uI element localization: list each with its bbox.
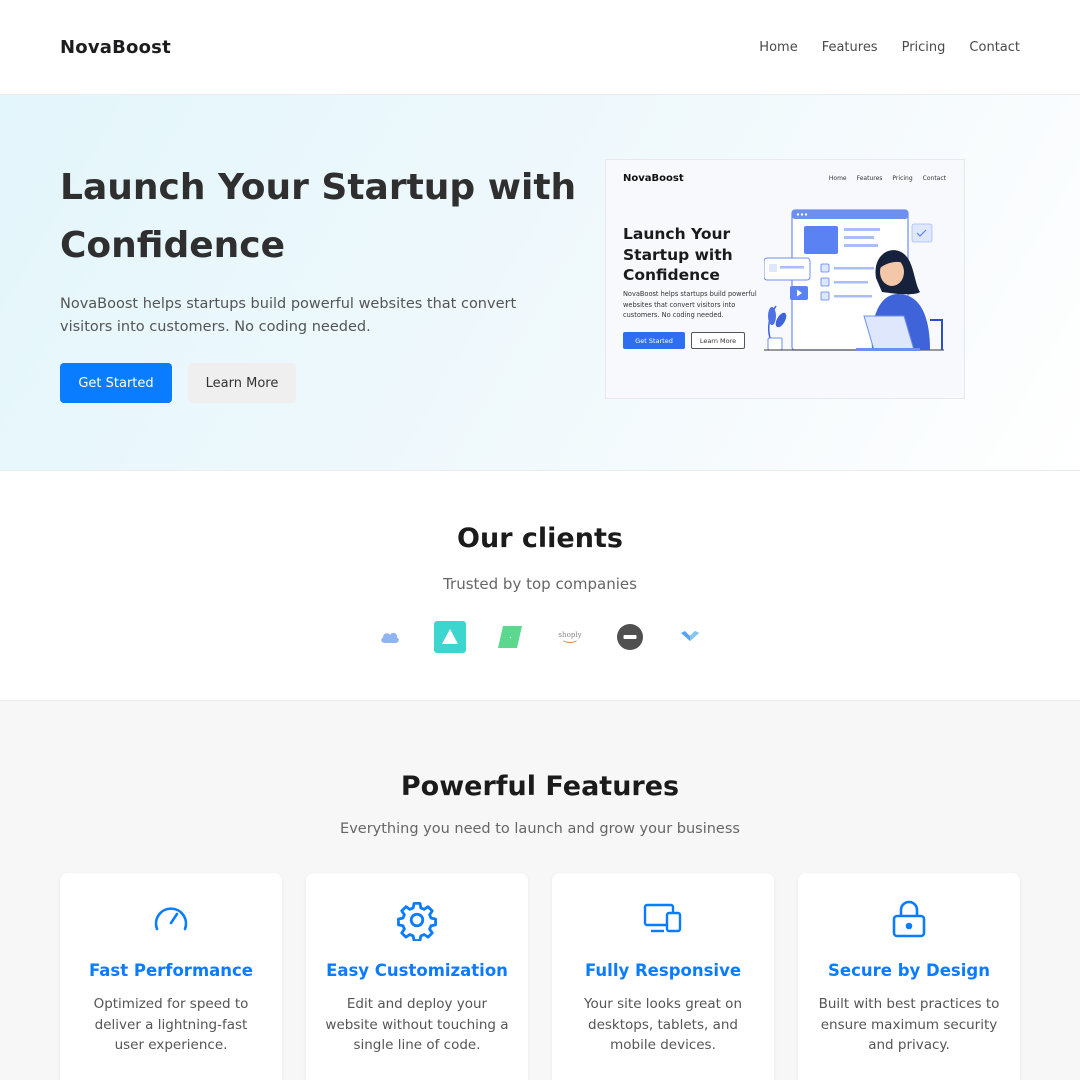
lock-icon [798,899,1020,939]
preview-title: Launch Your Startup with Confidence [623,225,733,284]
cloud-logo [374,621,406,653]
preview-header: NovaBoost Home Features Pricing Contact [623,173,946,184]
chevron-logo [674,621,706,653]
client-logos: shoply [0,621,1080,653]
preview-nav-item: Home [828,175,847,182]
feature-card-easy-customization: Easy Customization Edit and deploy your … [306,873,528,1080]
clients-section: Our clients Trusted by top companies sho… [0,471,1080,701]
clients-subtitle: Trusted by top companies [443,575,637,593]
feature-card-fast-performance: Fast Performance Optimized for speed to … [60,873,282,1080]
nav-home[interactable]: Home [759,40,797,55]
features-title: Powerful Features [400,771,680,802]
preview-description: NovaBoost helps startups build powerful … [623,290,757,319]
preview-buttons: Get Started Learn More [623,332,745,349]
feature-title: Fast Performance [88,961,253,980]
preview-learn-more: Learn More [691,332,745,349]
preview-nav-item: Features [856,175,883,182]
feature-description: Optimized for speed to deliver a lightni… [93,996,249,1053]
feature-title: Secure by Design [828,961,990,980]
learn-more-button[interactable]: Learn More [188,363,296,403]
preview-nav-item: Contact [922,175,946,182]
features-section: Powerful Features Everything you need to… [0,701,1080,1080]
clients-title: Our clients [457,523,623,554]
feature-description: Edit and deploy your website without tou… [325,996,509,1053]
hero-section: Launch Your Startup with Confidence Nova… [0,95,1080,471]
nav-features[interactable]: Features [822,40,878,55]
hero-description: NovaBoost helps startups build powerful … [60,296,517,335]
preview-nav: Home Features Pricing Contact [829,175,946,182]
minus-circle-logo [614,621,646,653]
hero-content: Launch Your Startup with Confidence Nova… [60,159,580,403]
features-subtitle: Everything you need to launch and grow y… [340,821,740,837]
hero-preview-image: NovaBoost Home Features Pricing Contact … [605,159,965,399]
shoply-logo: shoply [554,621,586,653]
feature-description: Built with best practices to ensure maxi… [818,996,1000,1053]
feature-cards: Fast Performance Optimized for speed to … [60,873,1020,1080]
devices-icon [552,899,774,939]
gear-icon [306,899,528,941]
speedometer-icon [60,899,282,939]
triangle-logo [434,621,466,653]
feature-card-secure-by-design: Secure by Design Built with best practic… [798,873,1020,1080]
hero-buttons: Get Started Learn More [60,363,580,403]
woman-laptop-illustration [764,209,944,351]
feature-description: Your site looks great on desktops, table… [584,996,742,1053]
feature-title: Easy Customization [326,961,508,980]
feature-card-fully-responsive: Fully Responsive Your site looks great o… [552,873,774,1080]
site-header: NovaBoost Home Features Pricing Contact [0,0,1080,95]
feature-title: Fully Responsive [584,961,742,980]
preview-get-started: Get Started [623,332,685,349]
hero-title: Launch Your Startup with Confidence [60,167,577,266]
nav-pricing[interactable]: Pricing [902,40,946,55]
nav-contact[interactable]: Contact [969,40,1020,55]
main-nav: Home Features Pricing Contact [759,40,1020,55]
shoply-logo-text: shoply [558,630,581,639]
preview-brand: NovaBoost [623,173,684,184]
get-started-button[interactable]: Get Started [60,363,172,403]
preview-nav-item: Pricing [892,175,913,182]
parallelogram-logo [494,621,526,653]
brand-logo[interactable]: NovaBoost [60,37,171,58]
